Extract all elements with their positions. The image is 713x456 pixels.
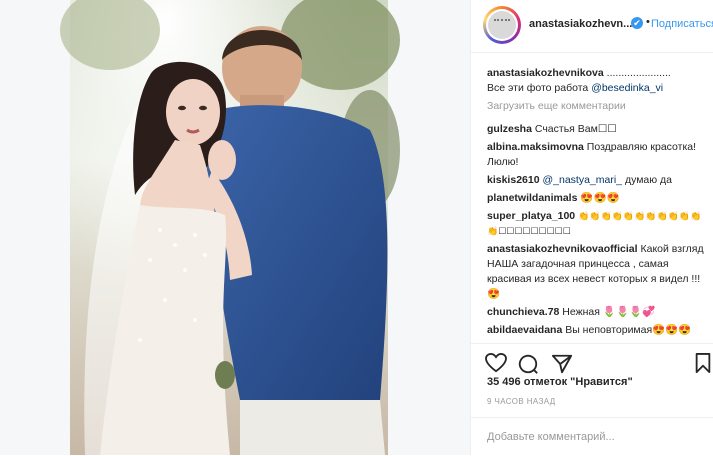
caption-username[interactable]: anastasiakozhevnikova xyxy=(487,67,604,79)
add-comment-placeholder: Добавьте комментарий... xyxy=(487,431,615,443)
comment-text: Вы неповторимая😍😍😍 xyxy=(565,324,692,336)
post-timestamp[interactable]: 9 ЧАСОВ НАЗАД xyxy=(487,397,556,406)
comment-text: Счастья Вам☐☐ xyxy=(534,123,617,135)
caption-dots: ...................... xyxy=(606,67,671,79)
comment-text: 😍😍😍 xyxy=(580,192,620,204)
avatar-image xyxy=(488,11,516,39)
verified-badge-icon: ✔ xyxy=(631,17,643,29)
comment-item: chunchieva.78 Нежная 🌷🌷🌷💞 xyxy=(487,305,709,320)
comment-username[interactable]: albina.maksimovna xyxy=(487,141,584,153)
comment-item: planetwildanimals 😍😍😍 xyxy=(487,191,709,206)
comment-username[interactable]: abildaevaidana xyxy=(487,324,562,336)
comment-username[interactable]: kiskis2610 xyxy=(487,174,540,186)
avatar[interactable] xyxy=(483,6,521,44)
caption-mention-link[interactable]: @besedinka_vi xyxy=(591,82,663,94)
bookmark-icon[interactable] xyxy=(695,353,711,378)
comment-item: anastasiakozhevnikovaofficial Какой взгл… xyxy=(487,242,709,302)
post-photo[interactable] xyxy=(0,0,470,455)
comment-text: Нежная 🌷🌷🌷💞 xyxy=(562,306,656,318)
separator-dot: • xyxy=(646,16,650,28)
comment-item: abildaevaidana Вы неповторимая😍😍😍 xyxy=(487,323,709,338)
comment-username[interactable]: anastasiakozhevnikovaofficial xyxy=(487,243,638,255)
comment-item: super_platya_100 👏👏👏👏👏👏👏👏👏👏👏👏☐☐☐☐☐☐☐☐☐ xyxy=(487,209,709,239)
wedding-photo-image xyxy=(60,0,400,455)
comment-username[interactable]: gulzesha xyxy=(487,123,532,135)
comment-text: думаю да xyxy=(624,174,673,186)
comment-item: gulzesha Счастья Вам☐☐ xyxy=(487,122,709,137)
load-more-comments-button[interactable]: Загрузить еще комментарии xyxy=(487,99,709,114)
heart-icon[interactable] xyxy=(485,352,507,378)
comment-item: albina.maksimovna Поздравляю красотка! Л… xyxy=(487,140,709,170)
follow-button[interactable]: Подписаться xyxy=(651,18,713,30)
post-header: anastasiakozhevn... ✔ • Подписаться xyxy=(471,0,713,53)
likes-count[interactable]: 35 496 отметок "Нравится" xyxy=(487,376,633,388)
caption: anastasiakozhevnikova ..................… xyxy=(487,66,709,96)
add-comment-field[interactable]: Добавьте комментарий... xyxy=(471,417,713,456)
comment-username[interactable]: planetwildanimals xyxy=(487,192,577,204)
comment-username[interactable]: super_platya_100 xyxy=(487,210,575,222)
comment-mention-link[interactable]: @_nastya_mari_ xyxy=(542,174,622,186)
username-link[interactable]: anastasiakozhevn... xyxy=(529,18,632,30)
caption-text: Все эти фото работа xyxy=(487,82,589,94)
post-sidebar: anastasiakozhevn... ✔ • Подписаться anas… xyxy=(470,0,713,455)
comments-list[interactable]: anastasiakozhevnikova ..................… xyxy=(487,66,709,341)
comment-username[interactable]: chunchieva.78 xyxy=(487,306,559,318)
comment-item: kiskis2610 @_nastya_mari_ думаю да xyxy=(487,173,709,188)
